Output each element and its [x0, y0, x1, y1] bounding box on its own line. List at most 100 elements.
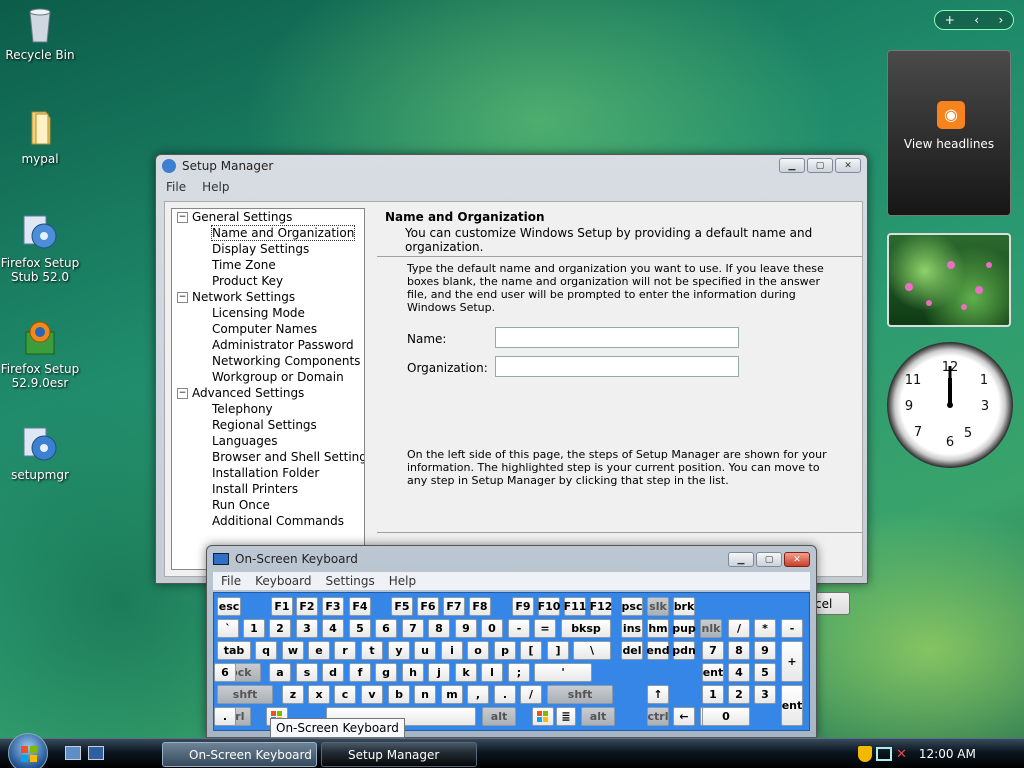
key[interactable]: ] — [547, 641, 569, 660]
name-field[interactable] — [495, 327, 739, 348]
key[interactable]: 2 — [269, 619, 291, 638]
tree-item[interactable]: Licensing Mode — [172, 305, 364, 321]
key[interactable]: k — [455, 663, 477, 682]
key[interactable]: F12 — [590, 597, 612, 616]
tree-group[interactable]: General Settings — [172, 209, 364, 225]
show-desktop-icon[interactable] — [65, 746, 81, 760]
key[interactable]: - — [508, 619, 530, 638]
desktop-icon-firefox-stub[interactable]: Firefox Setup Stub 52.0 — [0, 212, 80, 284]
sidebar-controls[interactable]: + ‹ › — [934, 10, 1014, 30]
switch-windows-icon[interactable] — [88, 746, 104, 760]
key[interactable]: t — [361, 641, 383, 660]
key[interactable]: * — [754, 619, 776, 638]
next-icon[interactable]: › — [998, 13, 1003, 27]
key[interactable]: / — [520, 685, 542, 704]
tree-item[interactable]: Additional Commands — [172, 513, 364, 529]
key[interactable]: c — [334, 685, 356, 704]
setup-manager-window[interactable]: Setup Manager ▁▢✕ File Help General Sett… — [155, 154, 868, 615]
tree-item[interactable]: Computer Names — [172, 321, 364, 337]
key[interactable]: ins — [621, 619, 643, 638]
key[interactable]: [ — [520, 641, 542, 660]
tree-item[interactable]: Display Settings — [172, 241, 364, 257]
key[interactable]: s — [296, 663, 318, 682]
key[interactable]: ` — [217, 619, 239, 638]
menu-help[interactable]: Help — [202, 180, 229, 194]
tree-item[interactable]: Networking Components — [172, 353, 364, 369]
key[interactable]: end — [646, 641, 670, 660]
key[interactable]: i — [441, 641, 463, 660]
key[interactable]: 4 — [728, 663, 750, 682]
close-button[interactable]: ✕ — [835, 158, 861, 173]
desktop-icon-mypal[interactable]: mypal — [0, 108, 80, 166]
key[interactable]: F10 — [538, 597, 560, 616]
key[interactable]: ent — [781, 685, 803, 726]
tree-item[interactable]: Name and Organization — [172, 225, 364, 241]
minimize-button[interactable]: ▁ — [728, 552, 754, 567]
key[interactable]: esc — [217, 597, 241, 616]
key[interactable]: alt — [581, 707, 615, 726]
menu-file[interactable]: File — [221, 574, 241, 588]
previous-icon[interactable]: ‹ — [974, 13, 979, 27]
volume-muted-icon[interactable]: ✕ — [896, 747, 907, 762]
add-gadget-icon[interactable]: + — [945, 13, 955, 27]
on-screen-keyboard-window[interactable]: On-Screen Keyboard ▁ ▢ ✕ File Keyboard Set… — [206, 545, 817, 738]
minimize-button[interactable]: ▁ — [779, 158, 805, 173]
key[interactable]: b — [388, 685, 410, 704]
key[interactable]: nlk — [700, 619, 722, 638]
key[interactable]: slk — [647, 597, 669, 616]
feed-headlines-gadget[interactable]: ◉ View headlines — [887, 50, 1011, 216]
key[interactable]: F6 — [417, 597, 439, 616]
key[interactable]: ctrl — [647, 707, 669, 726]
tree-item[interactable]: Workgroup or Domain — [172, 369, 364, 385]
key[interactable]: 1 — [702, 685, 724, 704]
key[interactable]: v — [361, 685, 383, 704]
key[interactable]: 3 — [754, 685, 776, 704]
key[interactable]: z — [282, 685, 304, 704]
key[interactable]: 2 — [728, 685, 750, 704]
key[interactable]: 8 — [728, 641, 750, 660]
network-icon[interactable] — [876, 747, 892, 761]
key[interactable]: , — [467, 685, 489, 704]
key[interactable]: . — [494, 685, 516, 704]
menu-key-icon[interactable]: ≣ — [556, 707, 576, 726]
close-button[interactable]: ✕ — [784, 552, 810, 567]
start-button[interactable] — [8, 733, 48, 768]
tree-item[interactable]: Telephony — [172, 401, 364, 417]
key[interactable]: F11 — [564, 597, 586, 616]
key[interactable]: x — [308, 685, 330, 704]
key[interactable]: psc — [621, 597, 643, 616]
tree-item[interactable]: Install Printers — [172, 481, 364, 497]
key[interactable]: bksp — [561, 619, 611, 638]
menu-keyboard[interactable]: Keyboard — [255, 574, 311, 588]
key[interactable]: F3 — [322, 597, 344, 616]
key[interactable]: a — [269, 663, 291, 682]
key[interactable]: del — [621, 641, 643, 660]
key[interactable]: 9 — [754, 641, 776, 660]
key[interactable]: ' — [534, 663, 592, 682]
key[interactable]: f — [349, 663, 371, 682]
key[interactable]: o — [467, 641, 489, 660]
key[interactable]: ; — [508, 663, 530, 682]
tree-item[interactable]: Browser and Shell Settings — [172, 449, 364, 465]
key[interactable]: shft — [217, 685, 273, 704]
key[interactable]: hm — [647, 619, 669, 638]
desktop-icon-setupmgr[interactable]: setupmgr — [0, 424, 80, 482]
key[interactable]: = — [534, 619, 556, 638]
key[interactable]: tab — [217, 641, 251, 660]
key[interactable]: F1 — [271, 597, 293, 616]
key[interactable]: brk — [673, 597, 695, 616]
menu-file[interactable]: File — [166, 180, 186, 194]
key[interactable]: y — [388, 641, 410, 660]
key[interactable]: e — [308, 641, 330, 660]
key[interactable]: n — [414, 685, 436, 704]
key[interactable]: h — [402, 663, 424, 682]
menu-settings[interactable]: Settings — [326, 574, 375, 588]
key[interactable]: F9 — [512, 597, 534, 616]
key[interactable]: q — [255, 641, 277, 660]
windows-key-icon[interactable] — [532, 707, 554, 726]
key[interactable]: 4 — [322, 619, 344, 638]
key[interactable]: 8 — [428, 619, 450, 638]
key[interactable]: 7 — [702, 641, 724, 660]
taskbar-button-osk[interactable]: On-Screen Keyboard — [162, 742, 317, 767]
key[interactable]: 6 — [214, 663, 236, 682]
